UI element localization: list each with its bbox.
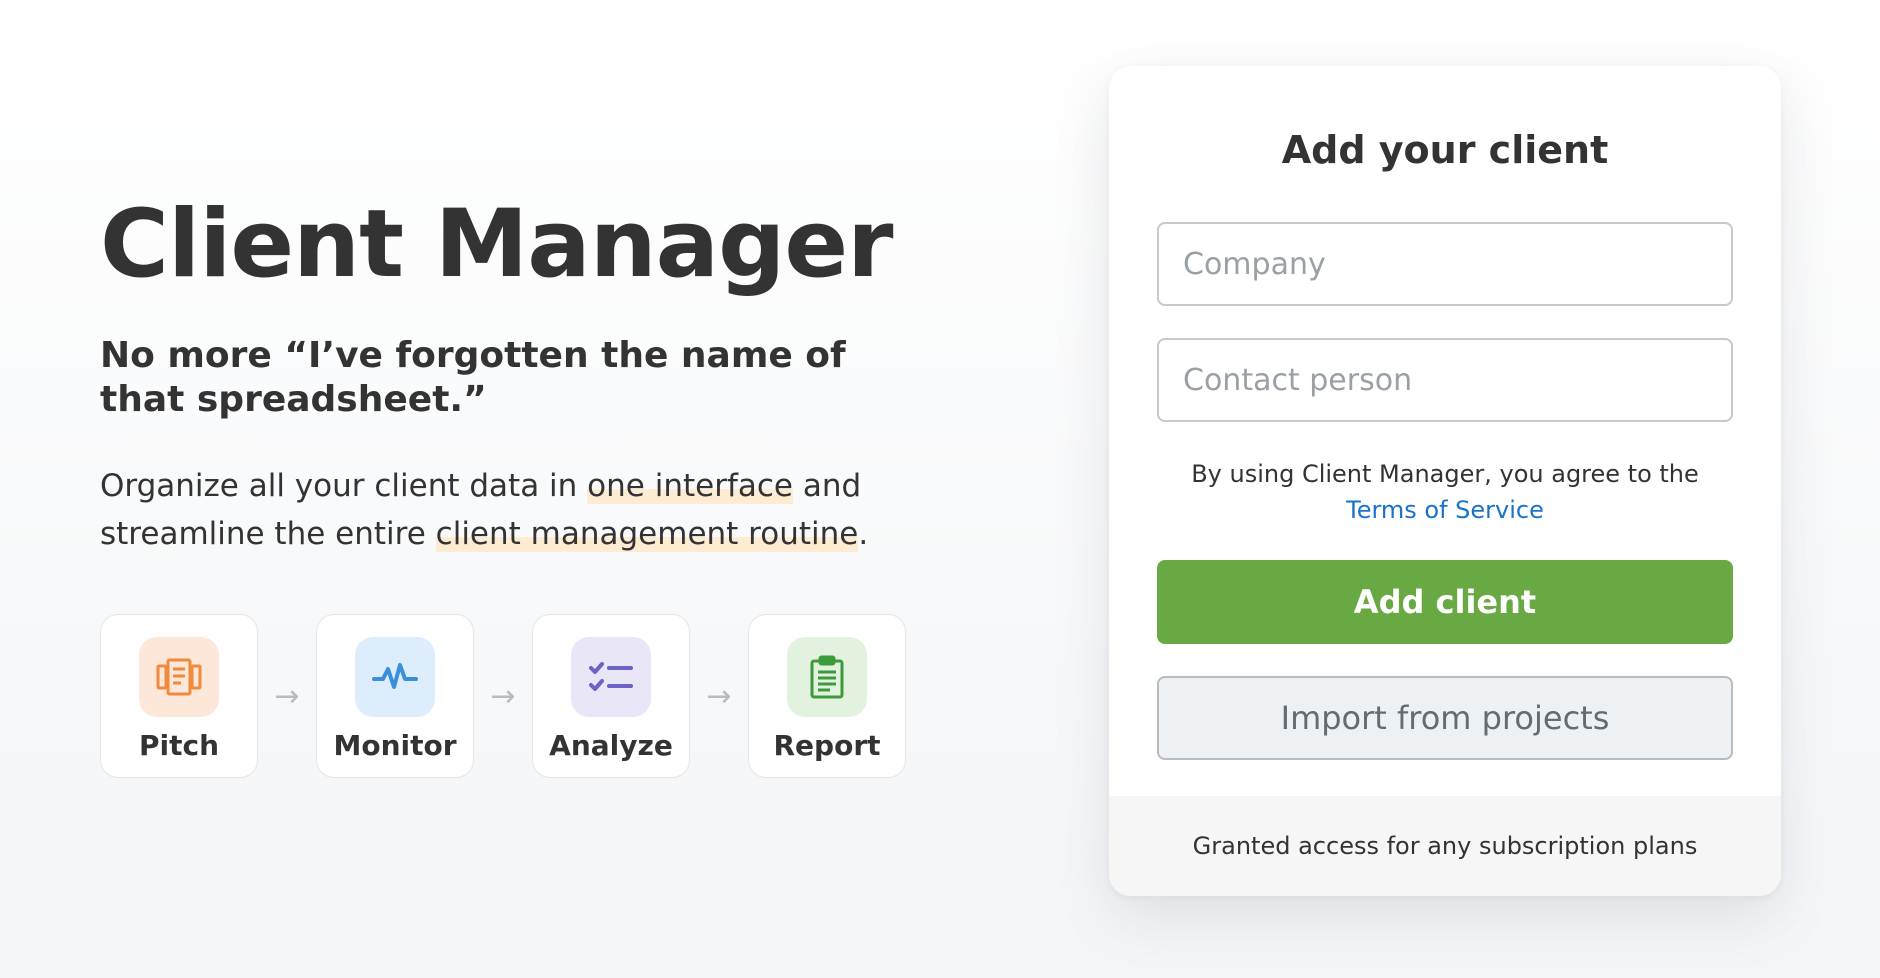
arrow-right-icon: → [490, 678, 516, 714]
pitch-icon [139, 637, 219, 717]
step-label: Monitor [333, 729, 457, 762]
add-client-button[interactable]: Add client [1157, 560, 1733, 644]
analyze-icon [571, 637, 651, 717]
contact-person-input[interactable] [1157, 338, 1733, 422]
description-text: Organize all your client data in [100, 468, 588, 504]
hero-subtitle: No more “I’ve forgotten the name of that… [100, 335, 846, 420]
step-label: Report [773, 729, 881, 762]
step-label: Analyze [549, 729, 673, 762]
company-input[interactable] [1157, 222, 1733, 306]
step-monitor: Monitor [316, 614, 474, 778]
hero-section: Client Manager No more “I’ve forgotten t… [100, 190, 960, 778]
import-from-projects-button[interactable]: Import from projects [1157, 676, 1733, 760]
workflow-steps: Pitch → Monitor → Analyze → Report [100, 614, 960, 778]
terms-of-service-link[interactable]: Terms of Service [1346, 496, 1544, 524]
step-label: Pitch [138, 729, 220, 762]
page-title: Client Manager [100, 190, 893, 299]
terms-text: By using Client Manager, you agree to th… [1191, 460, 1699, 488]
step-pitch: Pitch [100, 614, 258, 778]
description-highlight: client management routine [435, 516, 859, 552]
hero-description: Organize all your client data in one int… [100, 462, 920, 558]
terms-notice: By using Client Manager, you agree to th… [1157, 456, 1733, 528]
monitor-icon [355, 637, 435, 717]
report-icon [787, 637, 867, 717]
description-text: . [858, 516, 869, 552]
add-client-card: Add your client By using Client Manager,… [1109, 66, 1781, 896]
card-title: Add your client [1281, 128, 1609, 172]
card-footer: Granted access for any subscription plan… [1109, 796, 1781, 896]
arrow-right-icon: → [706, 678, 732, 714]
step-analyze: Analyze [532, 614, 690, 778]
step-report: Report [748, 614, 906, 778]
arrow-right-icon: → [274, 678, 300, 714]
description-highlight: one interface [587, 468, 793, 504]
